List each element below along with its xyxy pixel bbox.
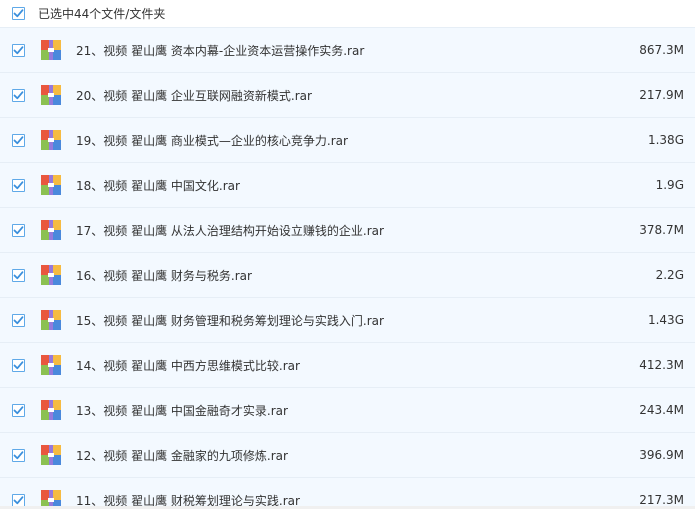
checkmark-icon	[13, 450, 24, 459]
file-name[interactable]: 15、视频 翟山鹰 财务管理和税务筹划理论与实践入门.rar	[76, 312, 384, 329]
file-row[interactable]: 18、视频 翟山鹰 中国文化.rar 1.9G	[0, 162, 695, 207]
archive-rar-icon	[41, 265, 61, 285]
checkmark-icon	[13, 405, 24, 414]
checkmark-icon	[13, 180, 24, 189]
file-name[interactable]: 16、视频 翟山鹰 财务与税务.rar	[76, 267, 252, 284]
archive-rar-icon	[41, 310, 61, 330]
checkmark-icon	[13, 135, 24, 144]
file-size: 1.38G	[647, 133, 684, 147]
file-row[interactable]: 17、视频 翟山鹰 从法人治理结构开始设立赚钱的企业.rar 378.7M	[0, 207, 695, 252]
checkmark-icon	[13, 360, 24, 369]
selection-count-label: 已选中44个文件/文件夹	[38, 7, 166, 21]
archive-rar-icon	[41, 400, 61, 420]
file-size: 217.3M	[639, 493, 684, 507]
checkmark-icon	[13, 315, 24, 324]
checkmark-icon	[13, 270, 24, 279]
file-name[interactable]: 17、视频 翟山鹰 从法人治理结构开始设立赚钱的企业.rar	[76, 222, 384, 239]
row-checkbox[interactable]	[12, 403, 25, 417]
file-size: 412.3M	[639, 358, 684, 372]
file-row[interactable]: 12、视频 翟山鹰 金融家的九项修炼.rar 396.9M	[0, 432, 695, 477]
file-row[interactable]: 16、视频 翟山鹰 财务与税务.rar 2.2G	[0, 252, 695, 297]
file-row[interactable]: 13、视频 翟山鹰 中国金融奇才实录.rar 243.4M	[0, 387, 695, 432]
row-checkbox[interactable]	[12, 313, 25, 327]
archive-rar-icon	[41, 355, 61, 375]
row-checkbox[interactable]	[12, 223, 25, 237]
row-checkbox[interactable]	[12, 448, 25, 462]
checkmark-icon	[13, 225, 24, 234]
file-name[interactable]: 21、视频 翟山鹰 资本内幕-企业资本运营操作实务.rar	[76, 42, 364, 59]
file-name[interactable]: 14、视频 翟山鹰 中西方思维模式比较.rar	[76, 357, 300, 374]
row-checkbox[interactable]	[12, 358, 25, 372]
select-all-checkbox[interactable]	[12, 7, 25, 20]
archive-rar-icon	[41, 130, 61, 150]
file-row[interactable]: 19、视频 翟山鹰 商业模式—企业的核心竞争力.rar 1.38G	[0, 117, 695, 162]
row-checkbox[interactable]	[12, 268, 25, 282]
file-row[interactable]: 14、视频 翟山鹰 中西方思维模式比较.rar 412.3M	[0, 342, 695, 387]
checkmark-icon	[13, 9, 24, 18]
row-checkbox[interactable]	[12, 88, 25, 102]
file-row[interactable]: 20、视频 翟山鹰 企业互联网融资新模式.rar 217.9M	[0, 72, 695, 117]
row-checkbox[interactable]	[12, 178, 25, 192]
archive-rar-icon	[41, 220, 61, 240]
selection-header: 已选中44个文件/文件夹	[0, 0, 695, 27]
file-size: 867.3M	[639, 43, 684, 57]
archive-rar-icon	[41, 85, 61, 105]
file-name[interactable]: 19、视频 翟山鹰 商业模式—企业的核心竞争力.rar	[76, 132, 348, 149]
file-row[interactable]: 15、视频 翟山鹰 财务管理和税务筹划理论与实践入门.rar 1.43G	[0, 297, 695, 342]
row-checkbox[interactable]	[12, 133, 25, 147]
file-name[interactable]: 13、视频 翟山鹰 中国金融奇才实录.rar	[76, 402, 288, 419]
checkmark-icon	[13, 90, 24, 99]
row-checkbox[interactable]	[12, 493, 25, 507]
file-name[interactable]: 12、视频 翟山鹰 金融家的九项修炼.rar	[76, 447, 288, 464]
file-row[interactable]: 21、视频 翟山鹰 资本内幕-企业资本运营操作实务.rar 867.3M	[0, 27, 695, 72]
file-size: 378.7M	[639, 223, 684, 237]
file-name[interactable]: 18、视频 翟山鹰 中国文化.rar	[76, 177, 240, 194]
file-size: 217.9M	[639, 88, 684, 102]
file-name[interactable]: 20、视频 翟山鹰 企业互联网融资新模式.rar	[76, 87, 312, 104]
file-row[interactable]: 11、视频 翟山鹰 财税筹划理论与实践.rar 217.3M	[0, 477, 695, 509]
archive-rar-icon	[41, 40, 61, 60]
file-size: 1.9G	[655, 178, 684, 192]
file-list: 21、视频 翟山鹰 资本内幕-企业资本运营操作实务.rar 867.3M 20、…	[0, 27, 695, 509]
file-size: 1.43G	[647, 313, 684, 327]
file-size: 396.9M	[639, 448, 684, 462]
checkmark-icon	[13, 45, 24, 54]
checkmark-icon	[13, 495, 24, 504]
row-checkbox[interactable]	[12, 43, 25, 57]
archive-rar-icon	[41, 175, 61, 195]
archive-rar-icon	[41, 445, 61, 465]
file-size: 243.4M	[639, 403, 684, 417]
file-size: 2.2G	[655, 268, 684, 282]
